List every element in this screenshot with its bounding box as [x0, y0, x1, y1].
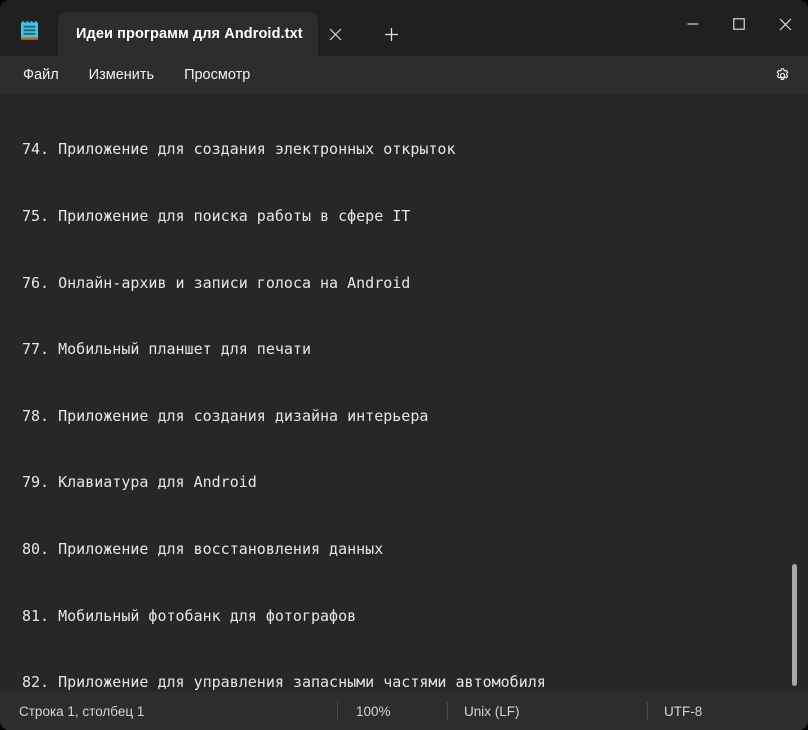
text-line: 74. Приложение для создания электронных … [22, 138, 808, 160]
close-icon [329, 28, 342, 41]
text-editor-area[interactable]: 74. Приложение для создания электронных … [0, 94, 808, 692]
minimize-icon [687, 18, 699, 30]
menu-bar: Файл Изменить Просмотр [0, 56, 808, 94]
notepad-icon [18, 18, 42, 42]
maximize-icon [733, 18, 745, 30]
status-divider [337, 702, 338, 721]
menu-item-file[interactable]: Файл [12, 63, 70, 87]
minimize-button[interactable] [670, 0, 716, 48]
title-bar: Идеи программ для Android.txt [0, 0, 808, 56]
zoom-level[interactable]: 100% [356, 704, 391, 719]
close-icon [779, 18, 792, 31]
cursor-position[interactable]: Строка 1, столбец 1 [19, 704, 144, 719]
text-line: 79. Клавиатура для Android [22, 471, 808, 493]
tab-title: Идеи программ для Android.txt [76, 26, 303, 42]
vertical-scrollbar[interactable] [786, 94, 808, 692]
text-line: 80. Приложение для восстановления данных [22, 538, 808, 560]
maximize-button[interactable] [716, 0, 762, 48]
encoding[interactable]: UTF-8 [664, 704, 702, 719]
window-controls [670, 0, 808, 48]
document-text[interactable]: 74. Приложение для создания электронных … [22, 94, 808, 692]
menu-item-edit[interactable]: Изменить [78, 63, 165, 87]
notepad-window: Идеи программ для Android.txt [0, 0, 808, 730]
settings-button[interactable] [766, 60, 798, 90]
text-line: 77. Мобильный планшет для печати [22, 338, 808, 360]
new-tab-button[interactable] [374, 18, 408, 50]
text-line: 81. Мобильный фотобанк для фотографов [22, 605, 808, 627]
scrollbar-thumb[interactable] [792, 564, 797, 686]
text-line: 78. Приложение для создания дизайна инте… [22, 405, 808, 427]
menu-item-view[interactable]: Просмотр [173, 63, 261, 87]
status-bar: Строка 1, столбец 1 100% Unix (LF) UTF-8 [0, 692, 808, 730]
status-divider [647, 702, 648, 721]
status-divider [447, 702, 448, 721]
line-ending[interactable]: Unix (LF) [464, 704, 520, 719]
text-line: 76. Онлайн-архив и записи голоса на Andr… [22, 272, 808, 294]
tab-close-button[interactable] [318, 18, 352, 50]
tab-active[interactable]: Идеи программ для Android.txt [58, 12, 318, 56]
close-window-button[interactable] [762, 0, 808, 48]
plus-icon [384, 27, 399, 42]
text-line: 82. Приложение для управления запасными … [22, 671, 808, 692]
text-line: 75. Приложение для поиска работы в сфере… [22, 205, 808, 227]
gear-icon [774, 67, 791, 84]
